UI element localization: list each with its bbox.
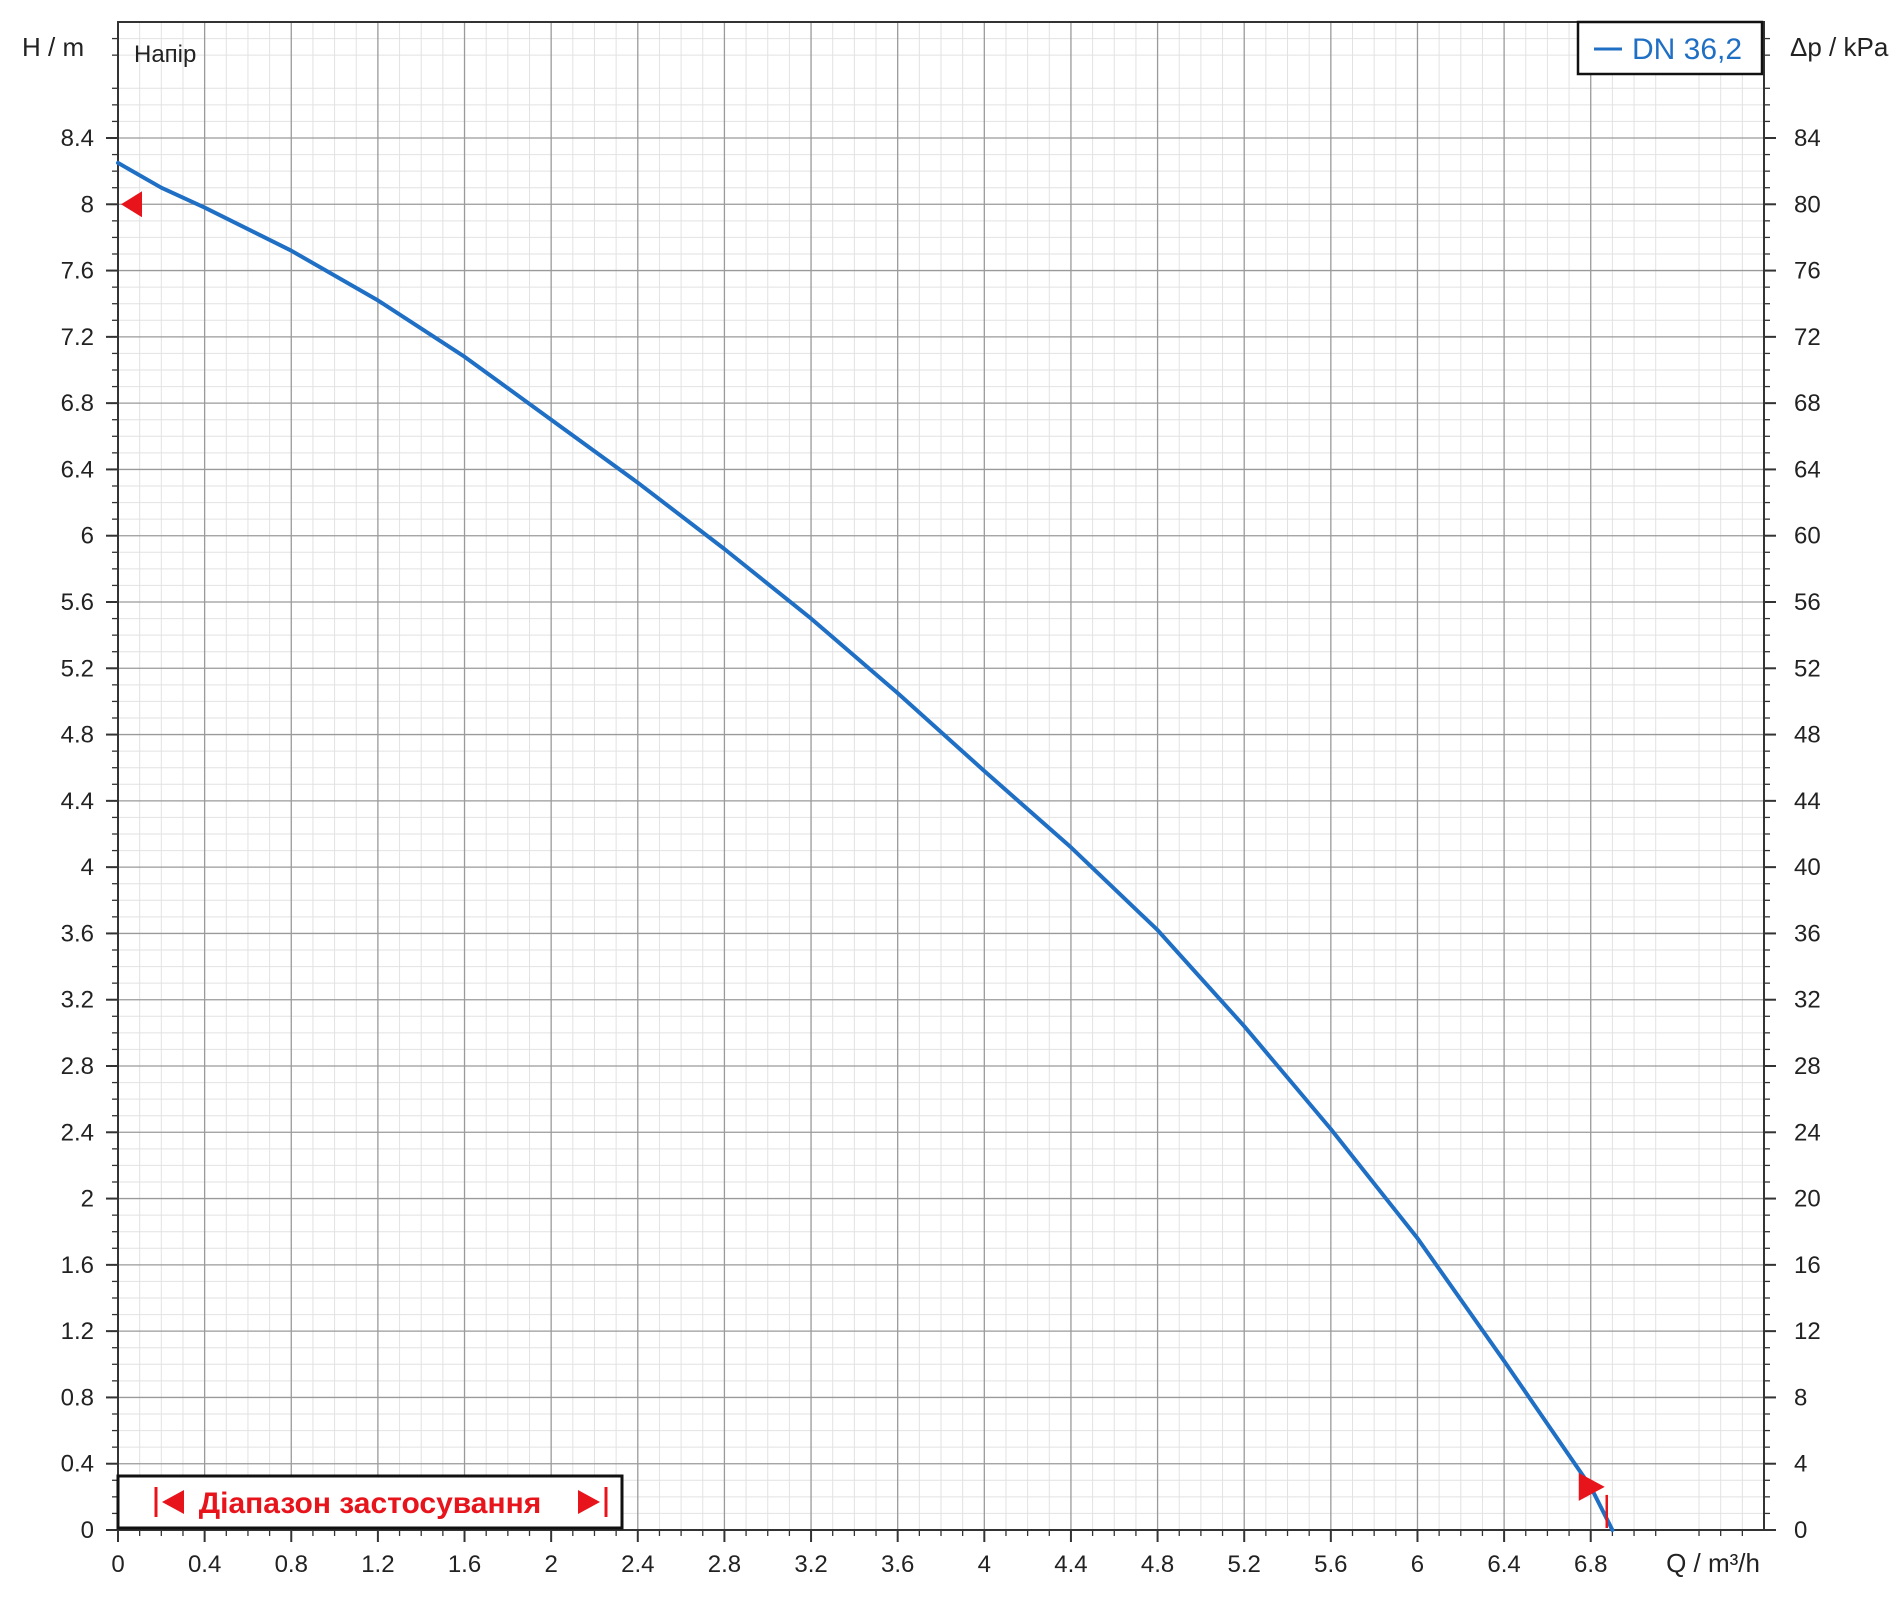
y-tick-label: 6.8 bbox=[61, 390, 94, 417]
y-tick-label: 8.4 bbox=[61, 125, 94, 152]
x-tick-label: 4 bbox=[978, 1551, 991, 1578]
y2-tick-label: 48 bbox=[1794, 722, 1821, 749]
y-tick-label: 1.6 bbox=[61, 1252, 94, 1279]
y2-tick-label: 20 bbox=[1794, 1186, 1821, 1213]
x-tick-label: 2.4 bbox=[621, 1551, 654, 1578]
y-tick-label: 4.4 bbox=[61, 788, 94, 815]
y2-tick-label: 32 bbox=[1794, 987, 1821, 1014]
x-tick-label: 0 bbox=[111, 1551, 124, 1578]
y2-tick-label: 4 bbox=[1794, 1451, 1807, 1478]
x-tick-label: 6.8 bbox=[1574, 1551, 1607, 1578]
y-tick-label: 3.2 bbox=[61, 987, 94, 1014]
y2-tick-label: 40 bbox=[1794, 854, 1821, 881]
y2-tick-label: 76 bbox=[1794, 258, 1821, 285]
x-tick-label: 6.4 bbox=[1487, 1551, 1520, 1578]
y2-tick-label: 8 bbox=[1794, 1384, 1807, 1411]
y2-tick-label: 28 bbox=[1794, 1053, 1821, 1080]
legend: DN 36,2 bbox=[1576, 20, 1764, 76]
y-tick-label: 7.6 bbox=[61, 258, 94, 285]
x-tick-label: 5.6 bbox=[1314, 1551, 1347, 1578]
y-tick-label: 0 bbox=[81, 1517, 94, 1544]
y2-tick-label: 64 bbox=[1794, 456, 1821, 483]
x-tick-label: 3.2 bbox=[794, 1551, 827, 1578]
y-tick-label: 6.4 bbox=[61, 456, 94, 483]
y-tick-label: 0.4 bbox=[61, 1451, 94, 1478]
application-range-box: Діапазон застосування bbox=[116, 1474, 624, 1530]
y2-axis-label: Δp / kPa bbox=[1790, 32, 1889, 62]
y2-tick-label: 44 bbox=[1794, 788, 1821, 815]
y2-tick-label: 16 bbox=[1794, 1252, 1821, 1279]
x-tick-label: 4.4 bbox=[1054, 1551, 1087, 1578]
x-tick-label: 6 bbox=[1411, 1551, 1424, 1578]
x-tick-label: 2 bbox=[544, 1551, 557, 1578]
y2-tick-label: 12 bbox=[1794, 1318, 1821, 1345]
y-tick-label: 7.2 bbox=[61, 324, 94, 351]
x-tick-label: 5.2 bbox=[1228, 1551, 1261, 1578]
x-tick-label: 3.6 bbox=[881, 1551, 914, 1578]
y-tick-label: 8 bbox=[81, 191, 94, 218]
y2-tick-label: 24 bbox=[1794, 1119, 1821, 1146]
x-tick-label: 2.8 bbox=[708, 1551, 741, 1578]
y-tick-label: 1.2 bbox=[61, 1318, 94, 1345]
x-tick-label: 4.8 bbox=[1141, 1551, 1174, 1578]
pump-curve-chart: 0 0.4 0.8 1.2 1.6 2 2.4 2.8 3.2 3.6 4 4.4 4.8 5.2 5.6 6… bbox=[0, 0, 1899, 1608]
y2-tick-label: 0 bbox=[1794, 1517, 1807, 1544]
y-tick-label: 5.6 bbox=[61, 589, 94, 616]
y-tick-label: 4 bbox=[81, 854, 94, 881]
y-tick-label: 2.4 bbox=[61, 1119, 94, 1146]
chart-background bbox=[0, 0, 1899, 1608]
y2-tick-label: 52 bbox=[1794, 655, 1821, 682]
series-title: Напір bbox=[134, 41, 196, 68]
y2-tick-label: 72 bbox=[1794, 324, 1821, 351]
y2-tick-label: 36 bbox=[1794, 920, 1821, 947]
range-label: Діапазон застосування bbox=[199, 1487, 541, 1520]
y2-tick-label: 60 bbox=[1794, 523, 1821, 550]
legend-label: DN 36,2 bbox=[1632, 33, 1742, 66]
y-axis-label: H / m bbox=[22, 32, 84, 62]
y2-tick-label: 80 bbox=[1794, 191, 1821, 218]
y-tick-label: 0.8 bbox=[61, 1384, 94, 1411]
y2-tick-label: 68 bbox=[1794, 390, 1821, 417]
y-tick-label: 4.8 bbox=[61, 722, 94, 749]
y2-tick-label: 56 bbox=[1794, 589, 1821, 616]
x-tick-label: 0.4 bbox=[188, 1551, 221, 1578]
y-tick-label: 3.6 bbox=[61, 920, 94, 947]
x-axis-label: Q / m³/h bbox=[1666, 1548, 1760, 1578]
y-tick-label: 5.2 bbox=[61, 655, 94, 682]
x-tick-label: 0.8 bbox=[275, 1551, 308, 1578]
x-tick-label: 1.2 bbox=[361, 1551, 394, 1578]
y-tick-label: 2 bbox=[81, 1186, 94, 1213]
y-tick-label: 2.8 bbox=[61, 1053, 94, 1080]
y2-tick-label: 84 bbox=[1794, 125, 1821, 152]
y-tick-label: 6 bbox=[81, 523, 94, 550]
x-tick-label: 1.6 bbox=[448, 1551, 481, 1578]
